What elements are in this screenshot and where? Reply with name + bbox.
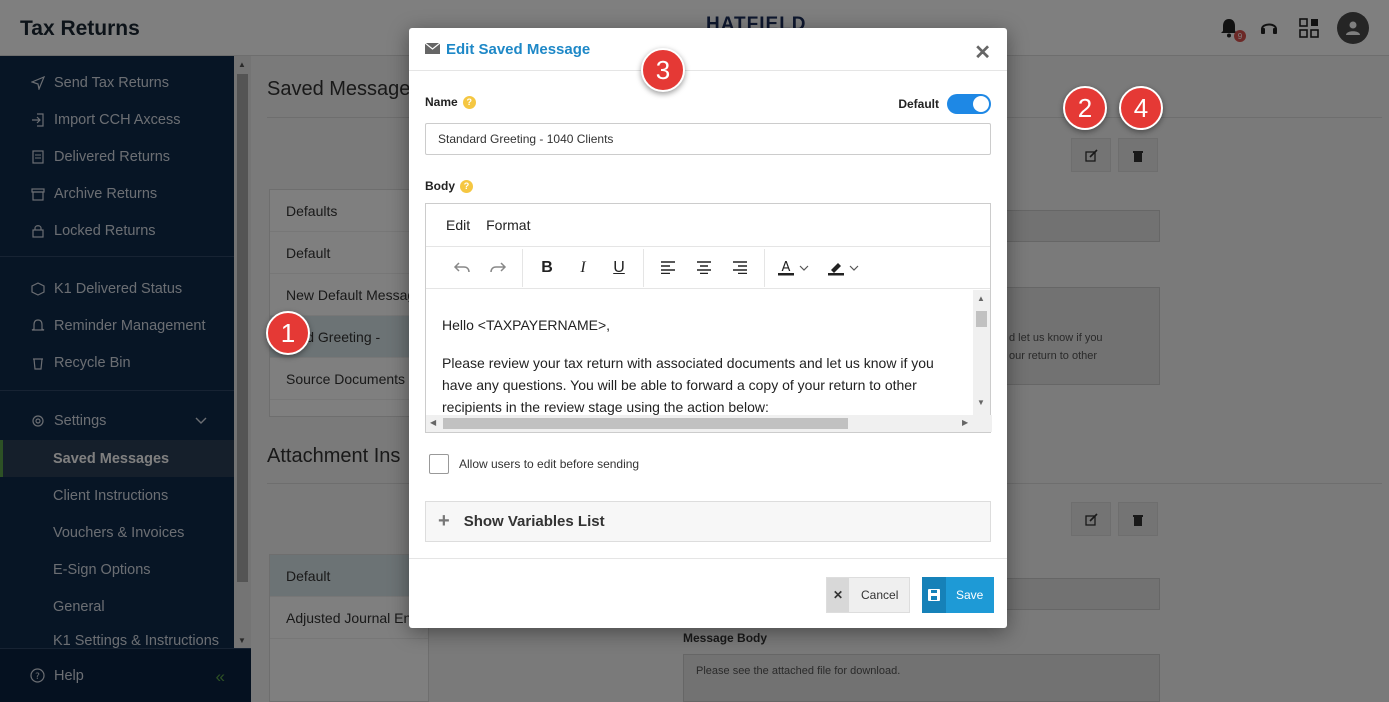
bold-icon[interactable]: B [529,253,565,283]
modal-footer: ✕ Cancel Save [409,558,1007,628]
toolbar-divider [764,248,765,287]
allow-edit-checkbox[interactable] [429,454,449,474]
editor-content[interactable]: Hello <TAXPAYERNAME>, Please review your… [426,290,974,416]
highlight-color-icon[interactable] [821,253,865,283]
toolbar-divider [643,248,644,287]
chevron-down-icon [799,265,809,271]
editor-vertical-scrollbar[interactable]: ▲ ▼ [973,290,990,416]
show-variables-toggle[interactable]: + Show Variables List [425,501,991,542]
envelope-icon [424,41,441,58]
body-label-text: Body [425,179,455,193]
modal-title: Edit Saved Message [424,41,591,58]
undo-icon[interactable] [444,253,480,283]
align-center-icon[interactable] [686,253,722,283]
edit-saved-message-modal: Edit Saved Message ✕ Name ? Default Body… [409,28,1007,628]
close-icon[interactable]: ✕ [974,40,991,65]
scroll-right-arrow-icon[interactable]: ▶ [962,418,968,427]
align-left-icon[interactable] [650,253,686,283]
text-color-icon[interactable]: A [771,253,815,283]
editor-toolbar: B I U A [426,247,990,289]
editor-greeting: Hello <TAXPAYERNAME>, [442,317,611,333]
name-label-text: Name [425,95,458,109]
name-input[interactable] [425,123,991,155]
body-label: Body ? [425,179,473,193]
save-button[interactable]: Save [922,577,994,613]
editor-menu-bar: Edit Format [426,204,990,247]
cancel-label: Cancel [861,588,899,602]
default-label: Default [898,97,939,111]
underline-icon[interactable]: U [601,253,637,283]
modal-title-text: Edit Saved Message [446,41,591,58]
redo-icon[interactable] [480,253,516,283]
rich-text-editor: Edit Format B I U A Hello <TAXPAYERNAME>… [425,203,992,433]
floppy-disk-icon [922,577,946,613]
toggle-knob [973,96,989,112]
cancel-button[interactable]: ✕ Cancel [826,577,910,613]
chevron-down-icon [849,265,859,271]
scroll-left-arrow-icon[interactable]: ◀ [430,418,436,427]
allow-edit-row: Allow users to edit before sending [429,454,639,474]
save-label: Save [956,588,984,602]
editor-paragraph: Please review your tax return with assoc… [442,355,934,415]
align-right-icon[interactable] [722,253,758,283]
scroll-down-arrow-icon[interactable]: ▼ [977,398,985,407]
callout-marker-3: 3 [641,48,685,92]
editor-v-scroll-thumb[interactable] [976,311,987,327]
allow-edit-label: Allow users to edit before sending [459,457,640,471]
toolbar-divider [522,248,523,287]
editor-h-scroll-thumb[interactable] [443,418,848,429]
scroll-up-arrow-icon[interactable]: ▲ [977,294,985,303]
callout-marker-1: 1 [266,311,310,355]
default-toggle-group: Default [898,94,991,114]
help-question-icon[interactable]: ? [460,179,473,193]
editor-horizontal-scrollbar[interactable]: ◀ ▶ [426,415,992,432]
close-icon: ✕ [827,578,849,612]
editor-menu-edit[interactable]: Edit [446,217,470,233]
callout-marker-4: 4 [1119,86,1163,130]
plus-icon: + [438,510,450,532]
show-variables-label: Show Variables List [463,513,605,530]
help-question-icon[interactable]: ? [462,95,476,109]
default-toggle[interactable] [947,94,991,114]
modal-header: Edit Saved Message ✕ [409,28,1007,71]
callout-marker-2: 2 [1063,86,1107,130]
italic-icon[interactable]: I [565,253,601,283]
name-label: Name ? [425,95,476,109]
editor-menu-format[interactable]: Format [486,217,530,233]
svg-text:A: A [782,260,791,275]
